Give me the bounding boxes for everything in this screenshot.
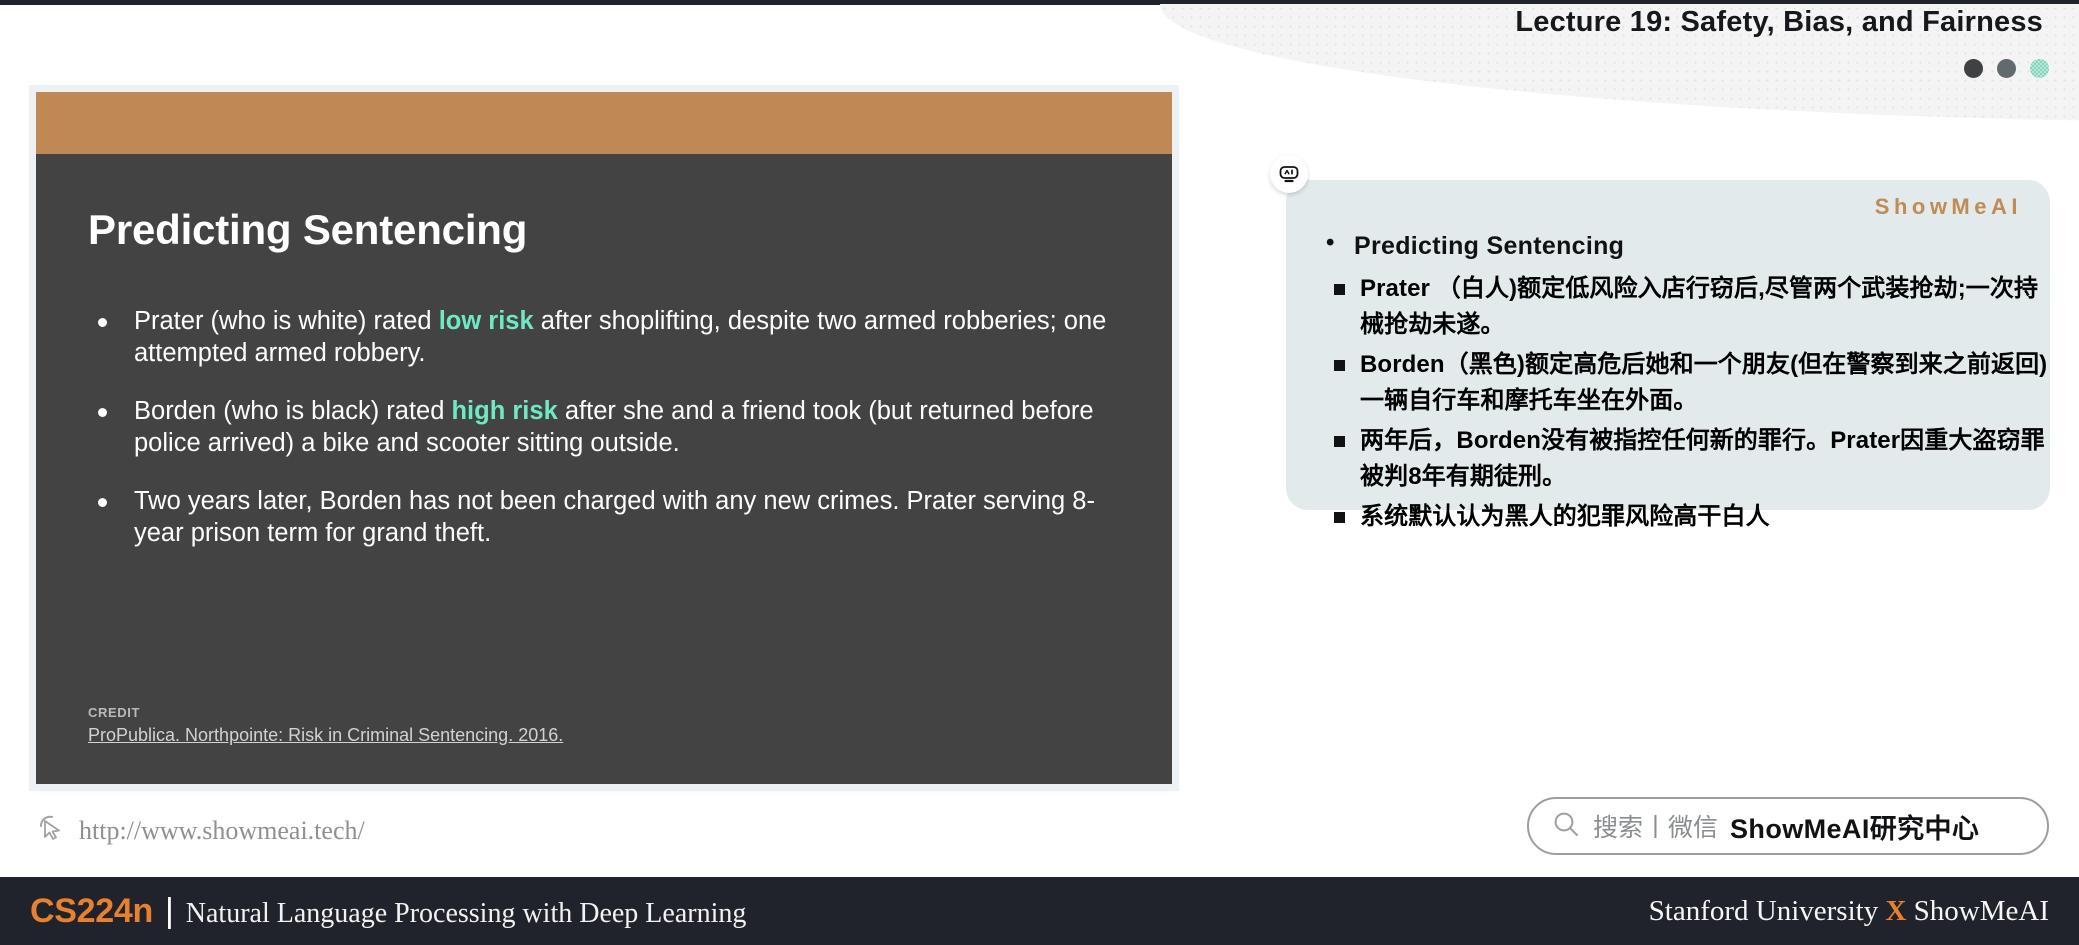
site-url[interactable]: http://www.showmeai.tech/ <box>36 812 365 849</box>
dark-dot-icon <box>1964 59 1983 78</box>
teal-dot-icon <box>2030 59 2049 78</box>
footer-bar: CS224n | Natural Language Processing wit… <box>0 877 2079 945</box>
footer-right-suffix: ShowMeAI <box>1906 894 2049 927</box>
slide-bullet-item: Prater (who is white) rated low risk aft… <box>88 306 1120 369</box>
notes-sub-item: 系统默认认为黑人的犯罪风险高干白人 <box>1328 499 2050 535</box>
notes-sub-item: Borden（黑色)额定高危后她和一个朋友(但在警察到来之前返回)一辆自行车和摩… <box>1328 347 2050 419</box>
footer-separator: | <box>164 891 174 930</box>
cursor-pointer-icon <box>36 812 66 849</box>
showmeai-logo: ShowMeAI <box>1874 194 2022 219</box>
slide-accent-bar <box>36 92 1172 154</box>
search-icon <box>1551 809 1581 844</box>
page-title: Lecture 19: Safety, Bias, and Fairness <box>1515 6 2043 38</box>
bullet-text-pre: Two years later, Borden has not been cha… <box>134 487 1095 548</box>
robot-icon <box>1270 155 1308 193</box>
bullet-highlight: low risk <box>438 307 534 335</box>
site-url-text: http://www.showmeai.tech/ <box>79 815 365 845</box>
credit-block: CREDIT ProPublica. Northpointe: Risk in … <box>88 705 563 746</box>
notes-sub-item: 两年后，Borden没有被指控任何新的罪行。Prater因重大盗窃罪被判8年有期… <box>1328 423 2050 495</box>
slide-bullet-item: Two years later, Borden has not been cha… <box>88 486 1120 549</box>
bullet-text-pre: Prater (who is white) rated <box>134 307 439 335</box>
lecture-slide: Predicting Sentencing Prater (who is whi… <box>36 92 1172 784</box>
notes-panel: ShowMeAI Predicting Sentencing Prater （白… <box>1270 155 2050 530</box>
credit-link[interactable]: ProPublica. Northpointe: Risk in Crimina… <box>88 725 563 745</box>
notes-heading: Predicting Sentencing <box>1312 229 2024 261</box>
footer-right-x: X <box>1885 894 1907 927</box>
header-dot-group <box>1964 59 2049 78</box>
notes-sub-item: Prater （白人)额定低风险入店行窃后,尽管两个武装抢劫;一次持械抢劫未遂。 <box>1328 271 2050 343</box>
slide-bullet-list: Prater (who is white) rated low risk aft… <box>88 306 1120 550</box>
slide-bullet-item: Borden (who is black) rated high risk af… <box>88 396 1120 459</box>
notes-list: Predicting Sentencing <box>1286 180 2050 261</box>
course-code: CS224n <box>30 891 153 930</box>
slide-title: Predicting Sentencing <box>88 206 528 253</box>
credit-label: CREDIT <box>88 705 140 720</box>
footer-right-prefix: Stanford University <box>1648 894 1886 927</box>
search-input[interactable]: 搜索丨微信 ShowMeAI研究中心 <box>1527 797 2049 855</box>
footer-left: CS224n | Natural Language Processing wit… <box>30 892 746 931</box>
bullet-highlight: high risk <box>451 397 558 426</box>
notes-sub-list: Prater （白人)额定低风险入店行窃后,尽管两个武装抢劫;一次持械抢劫未遂。… <box>1286 271 2050 535</box>
bullet-text-pre: Borden (who is black) rated <box>134 397 452 426</box>
course-name: Natural Language Processing with Deep Le… <box>185 897 747 929</box>
gray-dot-icon <box>1997 59 2016 78</box>
search-placeholder: 搜索丨微信 <box>1593 814 1719 842</box>
footer-right: Stanford University X ShowMeAI <box>1649 895 2049 928</box>
search-value: ShowMeAI研究中心 <box>1730 813 1980 844</box>
